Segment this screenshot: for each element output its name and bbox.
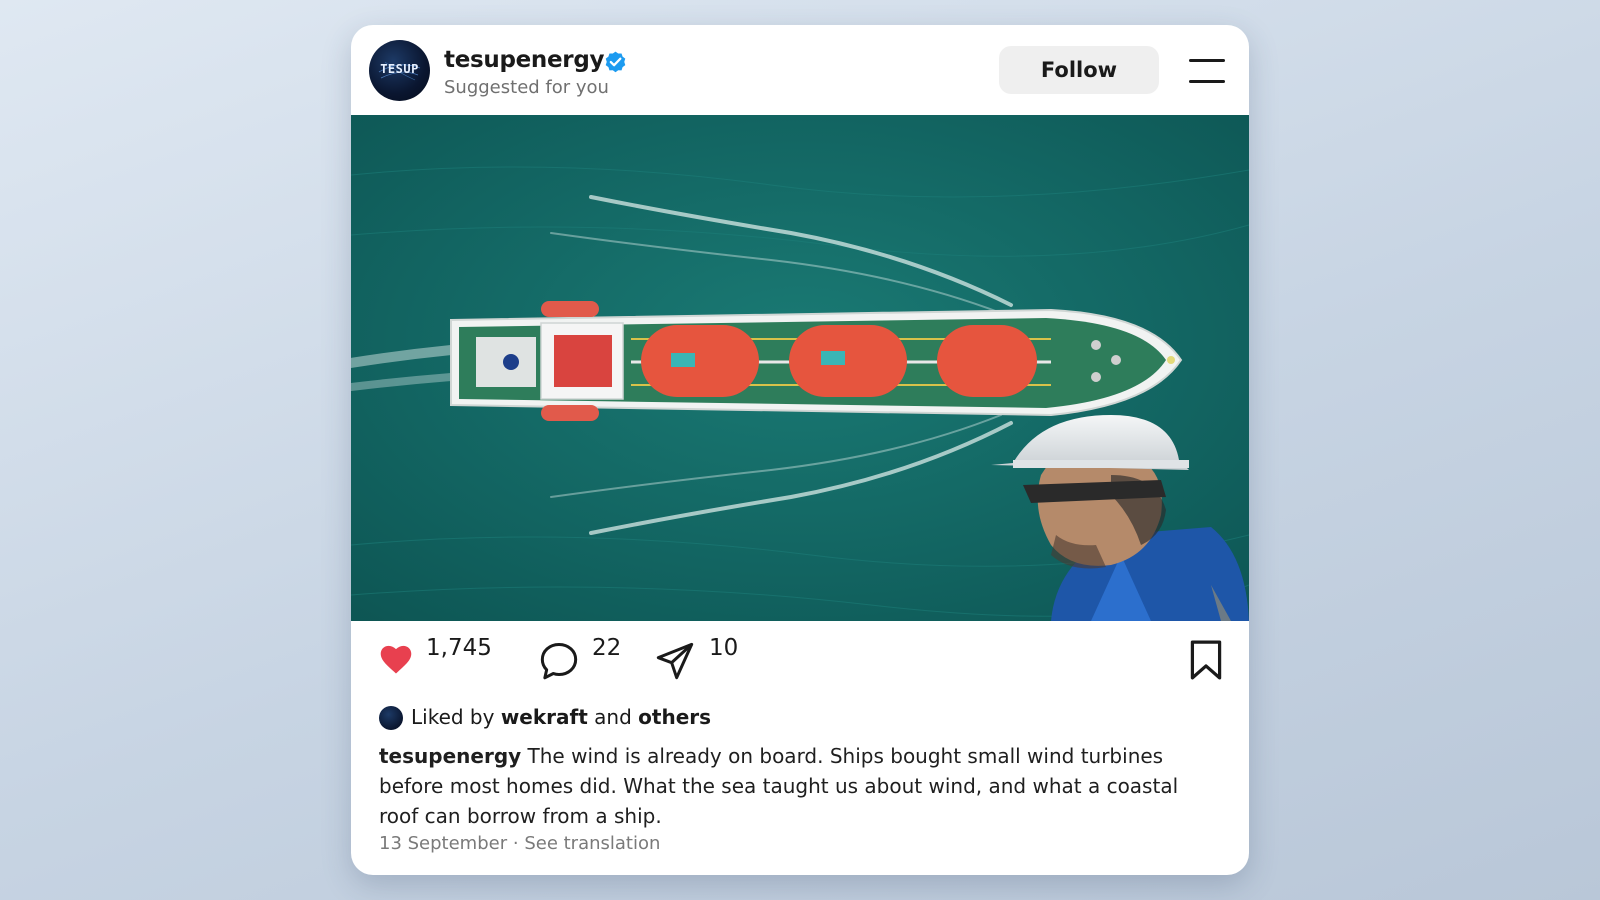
post-caption: tesupenergy The wind is already on board… xyxy=(379,741,1209,831)
liked-by-prefix: Liked by xyxy=(411,705,495,729)
post-image[interactable] xyxy=(351,115,1249,621)
post-header: TESUP tesupenergy Suggested for you Foll… xyxy=(351,25,1249,115)
liker-avatar[interactable] xyxy=(379,706,403,730)
liked-by-and: and xyxy=(594,705,632,729)
avatar-logo-text: TESUP xyxy=(380,62,419,76)
liked-by-others[interactable]: others xyxy=(638,705,711,729)
comment-count: 22 xyxy=(592,635,622,661)
post-actions: 1,745 22 10 xyxy=(351,621,1249,691)
share-count: 10 xyxy=(709,635,739,661)
post-username[interactable]: tesupenergy xyxy=(444,47,605,73)
tanker-ship-photo xyxy=(351,115,1249,621)
heart-icon[interactable] xyxy=(378,643,414,675)
bookmark-icon[interactable] xyxy=(1189,639,1223,681)
meta-separator: · xyxy=(512,833,519,854)
liked-by-text: Liked by wekraft and others xyxy=(411,705,711,729)
profile-avatar[interactable]: TESUP xyxy=(369,40,430,101)
hamburger-menu-icon[interactable] xyxy=(1189,59,1225,83)
comment-icon[interactable] xyxy=(539,641,579,683)
post-card: TESUP tesupenergy Suggested for you Foll… xyxy=(351,25,1249,875)
verified-badge-icon xyxy=(605,51,626,73)
caption-username[interactable]: tesupenergy xyxy=(379,744,521,768)
follow-button[interactable]: Follow xyxy=(999,46,1159,94)
suggested-label: Suggested for you xyxy=(444,77,609,98)
see-translation-link[interactable]: See translation xyxy=(524,833,660,854)
post-date: 13 September xyxy=(379,833,508,854)
liked-by-row: Liked by wekraft and others xyxy=(379,703,1079,733)
post-meta: 13 September · See translation xyxy=(379,833,660,854)
liked-by-user[interactable]: wekraft xyxy=(501,705,588,729)
like-count: 1,745 xyxy=(426,635,492,661)
send-icon[interactable] xyxy=(655,641,695,681)
